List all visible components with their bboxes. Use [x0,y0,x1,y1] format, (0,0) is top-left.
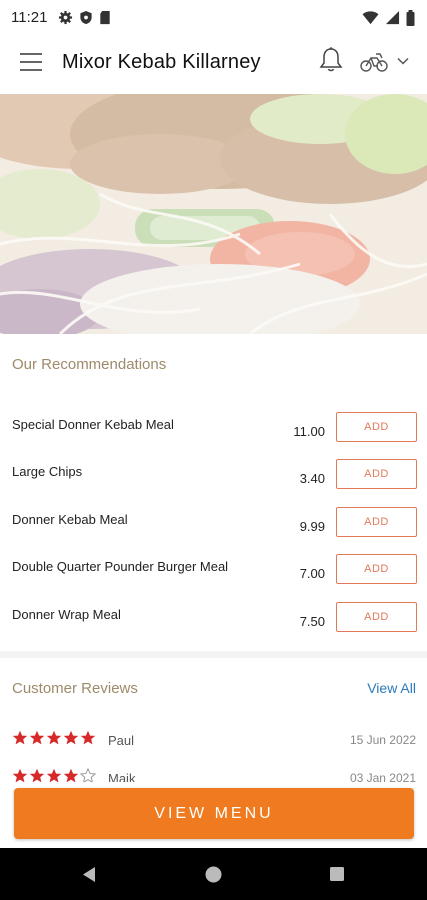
list-item: Special Donner Kebab Meal 11.00 ADD [0,412,427,452]
item-price: 3.40 [299,471,325,486]
item-name: Donner Wrap Meal [12,607,121,622]
item-price: 11.00 [293,424,325,439]
review-date: 15 Jun 2022 [349,733,416,747]
star-icon [46,768,62,782]
gear-icon [58,10,73,25]
star-rating [12,768,96,782]
list-item: Donner Wrap Meal 7.50 ADD [0,602,427,642]
battery-icon [406,10,415,26]
star-empty-icon [80,768,96,782]
view-menu-button[interactable]: VIEW MENU [14,788,414,839]
sd-card-icon [100,10,110,25]
star-icon [63,730,79,745]
back-icon[interactable] [81,866,97,883]
reviewer-name: Maik [108,771,136,782]
add-button[interactable]: ADD [336,507,417,537]
item-name: Double Quarter Pounder Burger Meal [12,559,229,574]
item-price: 7.00 [299,566,325,581]
delivery-bike-icon[interactable] [359,49,389,73]
item-name: Special Donner Kebab Meal [12,417,174,432]
home-icon[interactable] [205,866,222,883]
list-item: Donner Kebab Meal 9.99 ADD [0,507,427,547]
status-time: 11:21 [11,9,48,26]
signal-icon [385,10,400,25]
hero-food-image [0,94,427,334]
recommendations-title: Our Recommendations [12,356,167,373]
shield-icon [80,10,92,25]
menu-icon[interactable] [20,53,42,75]
add-button[interactable]: ADD [336,459,417,489]
star-icon [63,768,79,782]
star-icon [29,768,45,782]
view-all-link[interactable]: View All [367,680,416,696]
reviewer-name: Paul [108,733,135,748]
add-button[interactable]: ADD [336,554,417,584]
list-item: Double Quarter Pounder Burger Meal 7.00 … [0,554,427,594]
reviews-title: Customer Reviews [12,680,138,697]
app-bar: Mixor Kebab Killarney [0,36,427,94]
item-name: Donner Kebab Meal [12,512,128,527]
star-icon [46,730,62,745]
recents-icon[interactable] [329,866,345,882]
star-icon [80,730,96,745]
wifi-icon [362,11,379,25]
item-price: 9.99 [299,519,325,534]
add-button[interactable]: ADD [336,412,417,442]
review-date: 03 Jan 2021 [349,771,416,782]
section-divider [0,651,427,658]
star-icon [12,730,28,745]
page-title: Mixor Kebab Killarney [62,51,261,73]
status-bar: 11:21 [0,0,427,36]
bell-icon[interactable] [318,46,344,74]
system-nav-bar [0,848,427,900]
star-rating [12,730,96,746]
star-icon [29,730,45,745]
review-row: Paul 15 Jun 2022 [0,730,427,754]
item-name: Large Chips [12,464,83,479]
chevron-down-icon[interactable] [396,54,410,68]
star-icon [12,768,28,782]
review-row: Maik 03 Jan 2021 [0,768,427,782]
add-button[interactable]: ADD [336,602,417,632]
item-price: 7.50 [299,614,325,629]
list-item: Large Chips 3.40 ADD [0,459,427,499]
